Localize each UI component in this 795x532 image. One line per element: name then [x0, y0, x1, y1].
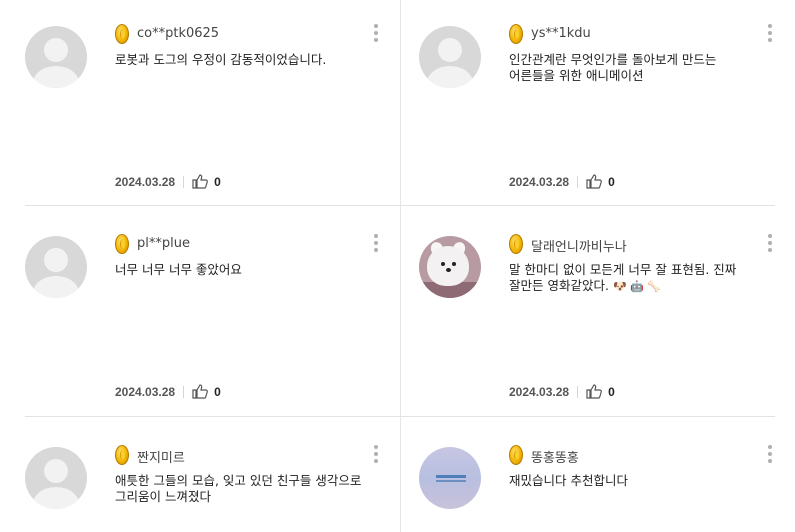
gold-coin-icon — [115, 24, 129, 44]
avatar[interactable] — [25, 447, 87, 509]
like-button[interactable]: 0 — [586, 384, 615, 399]
comment-nickname[interactable]: ys**1kdu — [531, 26, 591, 41]
like-count: 0 — [214, 384, 221, 399]
like-count: 0 — [214, 174, 221, 189]
thumbs-up-icon — [192, 174, 208, 189]
thumbs-up-icon — [586, 384, 602, 399]
comment-nickname[interactable]: 달래언니까비누나 — [531, 236, 627, 255]
comment-card: 짠지미르 애틋한 그들의 모습, 잊고 있던 친구들 생각으로 그리움이 느껴졌… — [25, 433, 395, 532]
comment-date: 2024.03.28 — [509, 174, 570, 189]
comment-text: 재밌습니다 추천합니다 — [509, 473, 628, 488]
comment-meta: 2024.03.28 0 — [509, 384, 615, 399]
comment-text: 너무 너무 너무 좋았어요 — [115, 262, 242, 277]
more-vertical-icon[interactable] — [371, 24, 381, 46]
comment-card: 달래언니까비누나 말 한마디 없이 모든게 너무 잘 표현됨. 진짜 잘만든 영… — [419, 222, 789, 427]
comment-card: 똥홍똥홍 재밌습니다 추천합니다 — [419, 433, 789, 532]
comment-nickname[interactable]: 똥홍똥홍 — [531, 447, 579, 466]
comment-emojis: 🐶 🤖 🦴 — [612, 280, 662, 293]
more-vertical-icon[interactable] — [765, 24, 775, 46]
comment-card: co**ptk0625 로봇과 도그의 우정이 감동적이었습니다. 2024.0… — [25, 12, 395, 217]
more-vertical-icon[interactable] — [765, 445, 775, 467]
comment-meta: 2024.03.28 0 — [509, 174, 615, 189]
comment-text: 애틋한 그들의 모습, 잊고 있던 친구들 생각으로 그리움이 느껴졌다 — [115, 473, 362, 504]
like-count: 0 — [608, 174, 615, 189]
comment-card: ys**1kdu 인간관계란 무엇인가를 돌아보게 만드는 어른들을 위한 애니… — [419, 12, 789, 217]
like-count: 0 — [608, 384, 615, 399]
more-vertical-icon[interactable] — [765, 234, 775, 256]
gold-coin-icon — [509, 234, 523, 254]
comment-grid: co**ptk0625 로봇과 도그의 우정이 감동적이었습니다. 2024.0… — [0, 0, 795, 532]
like-button[interactable]: 0 — [586, 174, 615, 189]
comment-date: 2024.03.28 — [115, 384, 176, 399]
meta-separator — [577, 385, 579, 398]
thumbs-up-icon — [586, 174, 602, 189]
thumbs-up-icon — [192, 384, 208, 399]
comment-nickname[interactable]: pl**plue — [137, 236, 190, 251]
avatar[interactable] — [25, 26, 87, 88]
meta-separator — [577, 175, 579, 188]
meta-separator — [183, 175, 185, 188]
comment-date: 2024.03.28 — [509, 384, 570, 399]
column-divider — [400, 0, 401, 532]
gold-coin-icon — [509, 24, 523, 44]
gold-coin-icon — [115, 445, 129, 465]
avatar[interactable] — [419, 447, 481, 509]
comment-text: 로봇과 도그의 우정이 감동적이었습니다. — [115, 52, 327, 67]
avatar[interactable] — [419, 236, 481, 298]
gold-coin-icon — [115, 234, 129, 254]
comment-text: 말 한마디 없이 모든게 너무 잘 표현됨. 진짜 잘만든 영화같았다. 🐶 🤖… — [509, 262, 759, 295]
comment-meta: 2024.03.28 0 — [115, 384, 221, 399]
comment-date: 2024.03.28 — [115, 174, 176, 189]
comment-text: 인간관계란 무엇인가를 돌아보게 만드는 어른들을 위한 애니메이션 — [509, 52, 717, 83]
meta-separator — [183, 385, 185, 398]
avatar[interactable] — [419, 26, 481, 88]
comment-nickname[interactable]: 짠지미르 — [137, 447, 185, 466]
comment-nickname[interactable]: co**ptk0625 — [137, 26, 219, 41]
comment-card: pl**plue 너무 너무 너무 좋았어요 2024.03.28 0 — [25, 222, 395, 427]
more-vertical-icon[interactable] — [371, 234, 381, 256]
like-button[interactable]: 0 — [192, 174, 221, 189]
more-vertical-icon[interactable] — [371, 445, 381, 467]
like-button[interactable]: 0 — [192, 384, 221, 399]
avatar[interactable] — [25, 236, 87, 298]
comment-meta: 2024.03.28 0 — [115, 174, 221, 189]
gold-coin-icon — [509, 445, 523, 465]
